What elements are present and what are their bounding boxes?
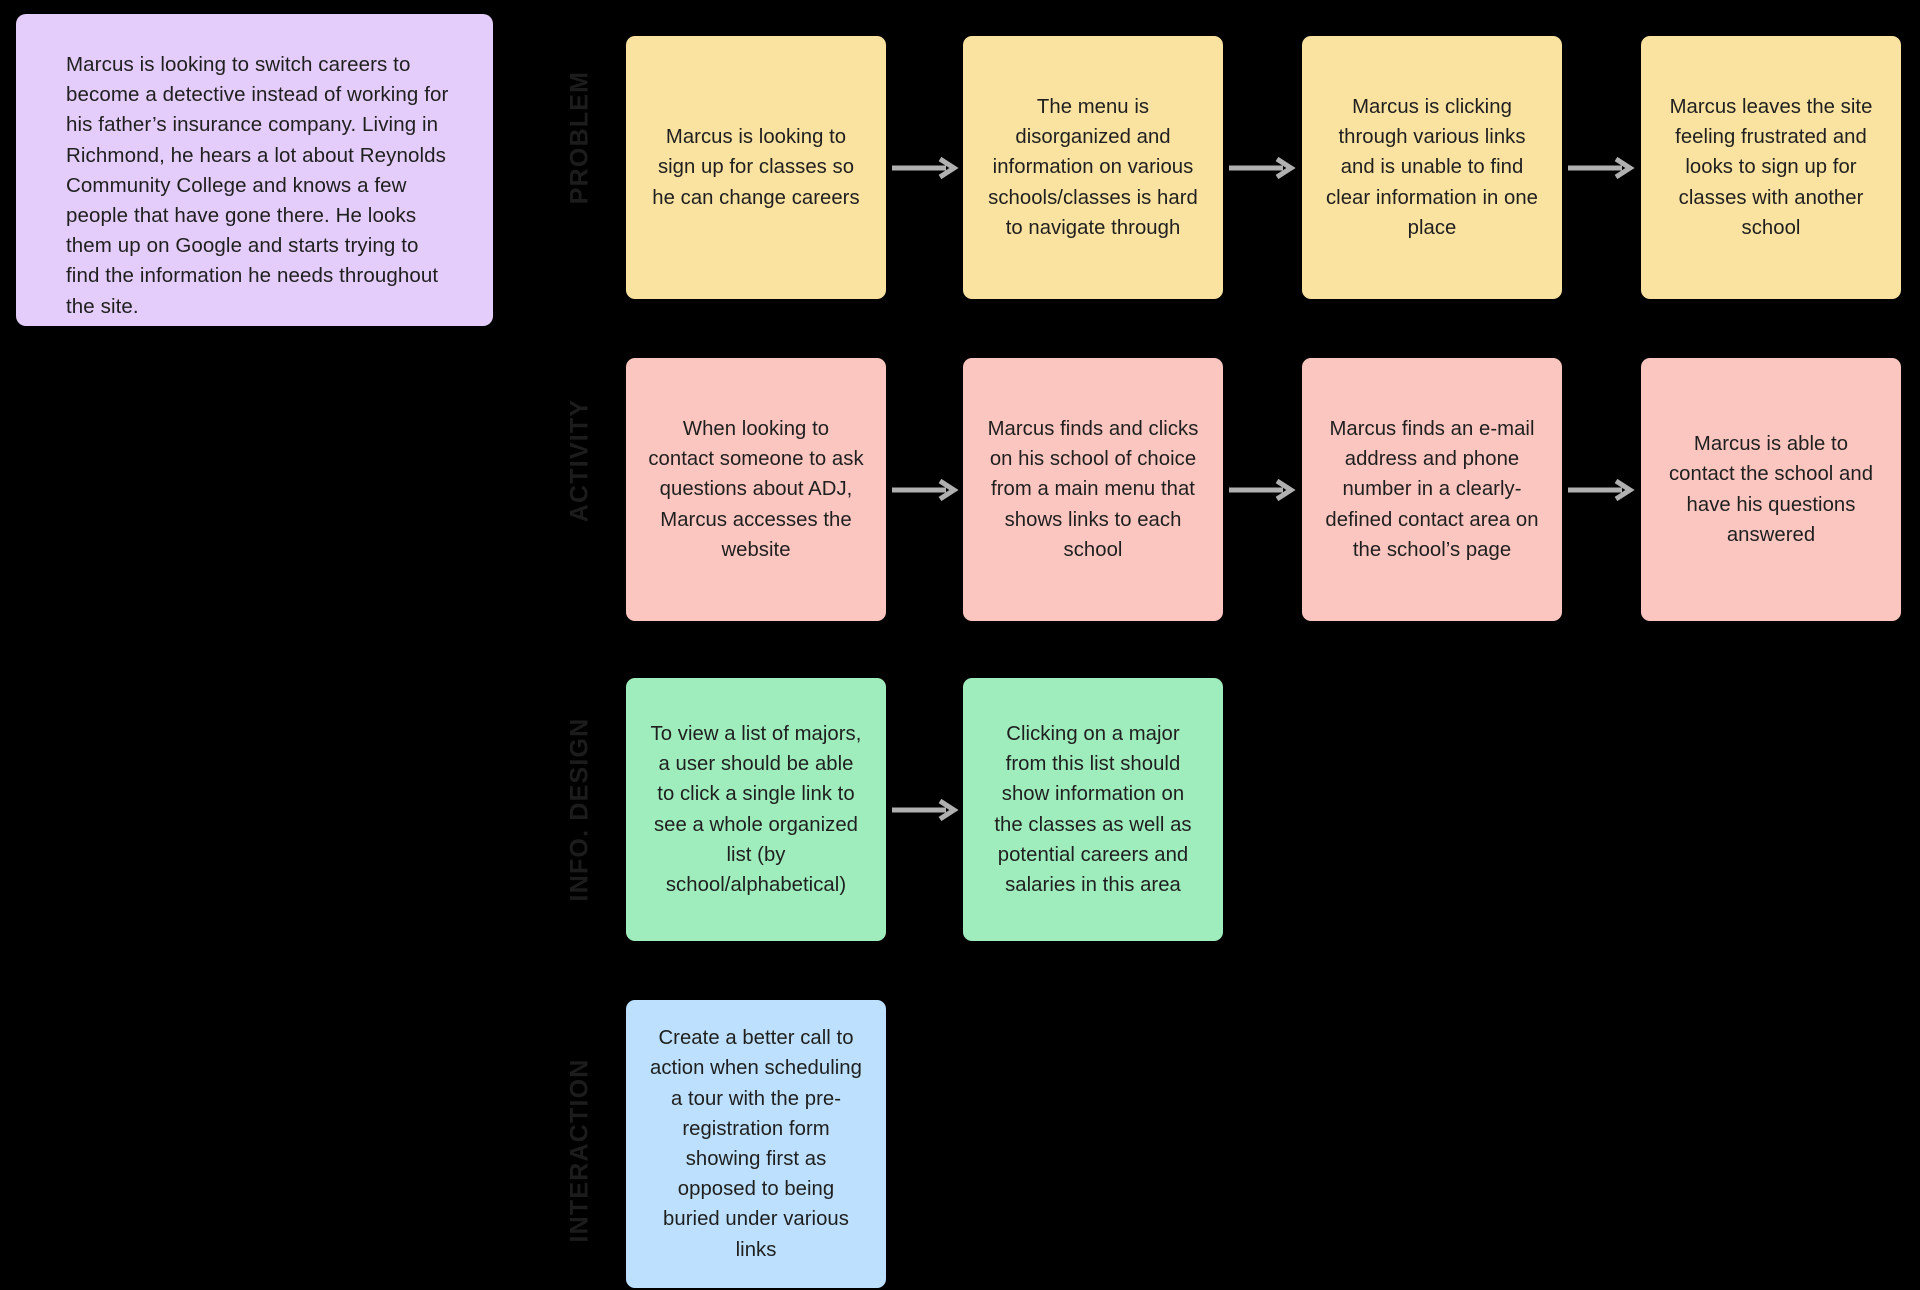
card-text: Marcus finds an e-mail address and phone… [1325, 417, 1539, 561]
row-label-activity: ACTIVITY [565, 398, 594, 523]
card-activity-1[interactable]: When looking to contact someone to ask q… [626, 358, 886, 621]
persona-note-card[interactable]: Marcus is looking to switch careers to b… [16, 14, 493, 326]
card-text: Create a better call to action when sche… [650, 1027, 862, 1261]
card-activity-3[interactable]: Marcus finds an e-mail address and phone… [1302, 358, 1562, 621]
card-text: Marcus leaves the site feeling frustrate… [1669, 95, 1873, 239]
row-label-info-design: INFO. DESIGN [565, 717, 594, 902]
card-info-design-1[interactable]: To view a list of majors, a user should … [626, 678, 886, 941]
card-text: Marcus is looking to sign up for classes… [652, 126, 860, 209]
arrow-activity-3-4 [1568, 477, 1635, 503]
arrow-problem-2-3 [1229, 155, 1296, 181]
arrow-problem-1-2 [892, 155, 959, 181]
card-text: To view a list of majors, a user should … [650, 722, 862, 896]
arrow-info-design-1-2 [892, 797, 959, 823]
card-text: The menu is disorganized and information… [988, 95, 1198, 239]
row-label-interaction: INTERACTION [565, 1058, 594, 1243]
card-text: Marcus is able to contact the school and… [1668, 433, 1874, 546]
card-problem-4[interactable]: Marcus leaves the site feeling frustrate… [1641, 36, 1901, 299]
card-activity-2[interactable]: Marcus finds and clicks on his school of… [963, 358, 1223, 621]
card-problem-1[interactable]: Marcus is looking to sign up for classes… [626, 36, 886, 299]
journey-map-board: Marcus is looking to switch careers to b… [0, 0, 1920, 1290]
arrow-problem-3-4 [1568, 155, 1635, 181]
card-text: When looking to contact someone to ask q… [648, 417, 864, 561]
persona-note-text: Marcus is looking to switch careers to b… [66, 53, 455, 318]
card-info-design-2[interactable]: Clicking on a major from this list shoul… [963, 678, 1223, 941]
card-activity-4[interactable]: Marcus is able to contact the school and… [1641, 358, 1901, 621]
card-text: Clicking on a major from this list shoul… [994, 722, 1192, 896]
card-problem-3[interactable]: Marcus is clicking through various links… [1302, 36, 1562, 299]
arrow-activity-2-3 [1229, 477, 1296, 503]
card-text: Marcus is clicking through various links… [1325, 95, 1538, 239]
card-interaction-1[interactable]: Create a better call to action when sche… [626, 1000, 886, 1288]
card-problem-2[interactable]: The menu is disorganized and information… [963, 36, 1223, 299]
arrow-activity-1-2 [892, 477, 959, 503]
row-label-problem: PROBLEM [565, 70, 594, 205]
card-text: Marcus finds and clicks on his school of… [987, 417, 1199, 561]
